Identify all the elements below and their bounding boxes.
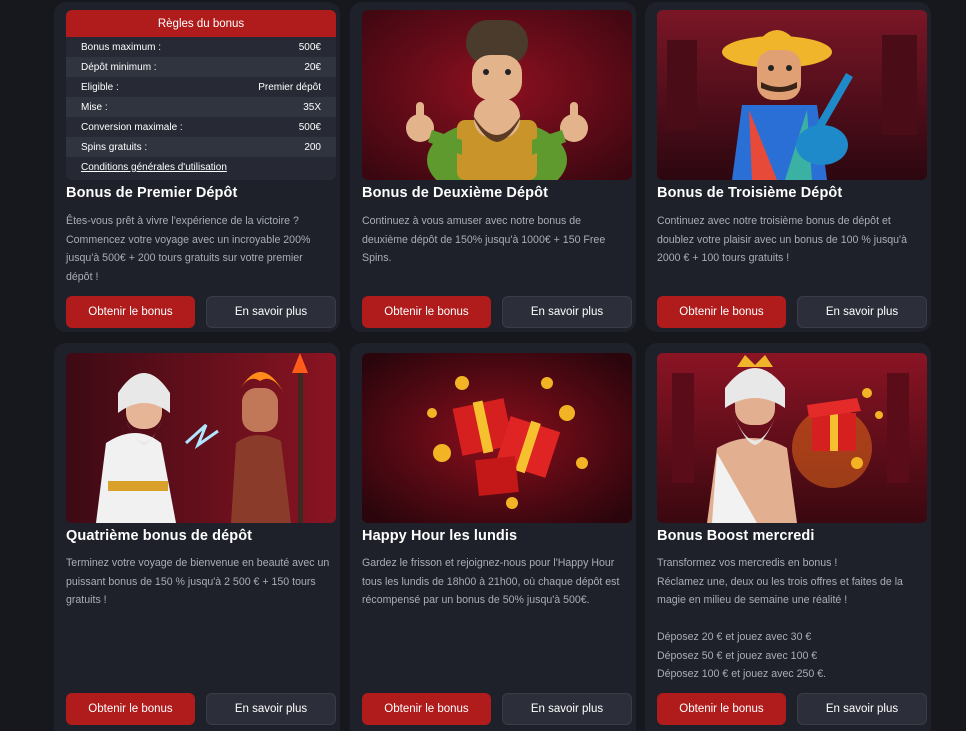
zeus-and-hades-illustration [66, 353, 336, 523]
rule-value: 200 [304, 141, 321, 153]
rule-label: Conversion maximale : [81, 121, 183, 133]
rule-label: Mise : [81, 101, 108, 113]
learn-more-button[interactable]: En savoir plus [206, 296, 336, 328]
rule-row: Dépôt minimum : 20€ [66, 57, 336, 77]
card-title: Bonus de Premier Dépôt [66, 185, 238, 201]
card-description: Continuez avec notre troisième bonus de … [657, 212, 923, 268]
rule-label: Eligible : [81, 81, 119, 93]
bearded-miner-illustration [362, 10, 632, 180]
terms-link[interactable]: Conditions générales d'utilisation [66, 157, 336, 177]
desc-line: Terminez votre voyage de bienvenue en be… [66, 557, 330, 606]
get-bonus-button[interactable]: Obtenir le bonus [66, 693, 195, 725]
get-bonus-button[interactable]: Obtenir le bonus [657, 693, 786, 725]
zeus-gift-illustration [657, 353, 927, 523]
bonus-card-second-deposit: Bonus de Deuxième Dépôt Continuez à vous… [350, 2, 636, 332]
card-title: Bonus de Troisième Dépôt [657, 185, 843, 201]
desc-line: Transformez vos mercredis en bonus ! [657, 557, 838, 569]
bonus-card-fourth-deposit: Quatrième bonus de dépôt Terminez votre … [54, 343, 340, 731]
rule-row: Eligible : Premier dépôt [66, 77, 336, 97]
rule-row: Bonus maximum : 500€ [66, 37, 336, 57]
desc-line: Déposez 50 € et jouez avec 100 € [657, 649, 818, 662]
learn-more-button[interactable]: En savoir plus [502, 296, 632, 328]
bonus-card-wednesday-boost: Bonus Boost mercredi Transformez vos mer… [645, 343, 931, 731]
bonus-card-happy-hour: Happy Hour les lundis Gardez le frisson … [350, 343, 636, 731]
get-bonus-button[interactable]: Obtenir le bonus [66, 296, 195, 328]
rule-row: Conversion maximale : 500€ [66, 117, 336, 137]
rule-row: Mise : 35X [66, 97, 336, 117]
rules-title: Règles du bonus [66, 10, 336, 37]
get-bonus-button[interactable]: Obtenir le bonus [362, 693, 491, 725]
rule-value: Premier dépôt [258, 81, 321, 93]
desc-line: Déposez 100 € et jouez avec 250 €. [657, 668, 827, 680]
learn-more-button[interactable]: En savoir plus [206, 693, 336, 725]
card-description: Continuez à vous amuser avec notre bonus… [362, 212, 628, 268]
desc-line [657, 610, 923, 629]
card-description: Gardez le frisson et rejoignez-nous pour… [362, 554, 628, 610]
card-title: Happy Hour les lundis [362, 528, 518, 544]
card-title: Bonus de Deuxième Dépôt [362, 185, 548, 201]
card-description: Terminez votre voyage de bienvenue en be… [66, 554, 332, 610]
desc-line: Gardez le frisson et rejoignez-nous pour… [362, 557, 620, 606]
bonus-card-first-deposit: Règles du bonus Bonus maximum : 500€ Dépô… [54, 2, 340, 332]
rule-label: Dépôt minimum : [81, 61, 157, 73]
get-bonus-button[interactable]: Obtenir le bonus [362, 296, 491, 328]
card-description: Êtes-vous prêt à vivre l'expérience de l… [66, 212, 332, 286]
get-bonus-button[interactable]: Obtenir le bonus [657, 296, 786, 328]
learn-more-button[interactable]: En savoir plus [797, 693, 927, 725]
rules-rows: Bonus maximum : 500€ Dépôt minimum : 20€ E… [66, 37, 336, 157]
rule-label: Spins gratuits : [81, 141, 148, 153]
desc-line: Réclamez une, deux ou les trois offres e… [657, 575, 903, 607]
rule-value: 500€ [298, 41, 321, 53]
rule-value: 35X [303, 101, 321, 113]
card-title: Quatrième bonus de dépôt [66, 528, 253, 544]
bonus-card-third-deposit: Bonus de Troisième Dépôt Continuez avec … [645, 2, 931, 332]
desc-line: Êtes-vous prêt à vivre l'expérience de l… [66, 215, 311, 283]
desc-line: Continuez à vous amuser avec notre bonus… [362, 215, 606, 264]
desc-line: Déposez 20 € et jouez avec 30 € [657, 631, 812, 643]
rule-row: Spins gratuits : 200 [66, 137, 336, 157]
learn-more-button[interactable]: En savoir plus [797, 296, 927, 328]
desc-line: Continuez avec notre troisième bonus de … [657, 215, 907, 264]
bonus-rules-table: Règles du bonus Bonus maximum : 500€ Dépô… [66, 10, 336, 180]
learn-more-button[interactable]: En savoir plus [502, 693, 632, 725]
rule-value: 500€ [298, 121, 321, 133]
rule-value: 20€ [304, 61, 321, 73]
rule-label: Bonus maximum : [81, 41, 162, 53]
card-description: Transformez vos mercredis en bonus ! Réc… [657, 554, 923, 684]
card-title: Bonus Boost mercredi [657, 528, 815, 544]
gift-boxes-illustration [362, 353, 632, 523]
mariachi-guitar-illustration [657, 10, 927, 180]
